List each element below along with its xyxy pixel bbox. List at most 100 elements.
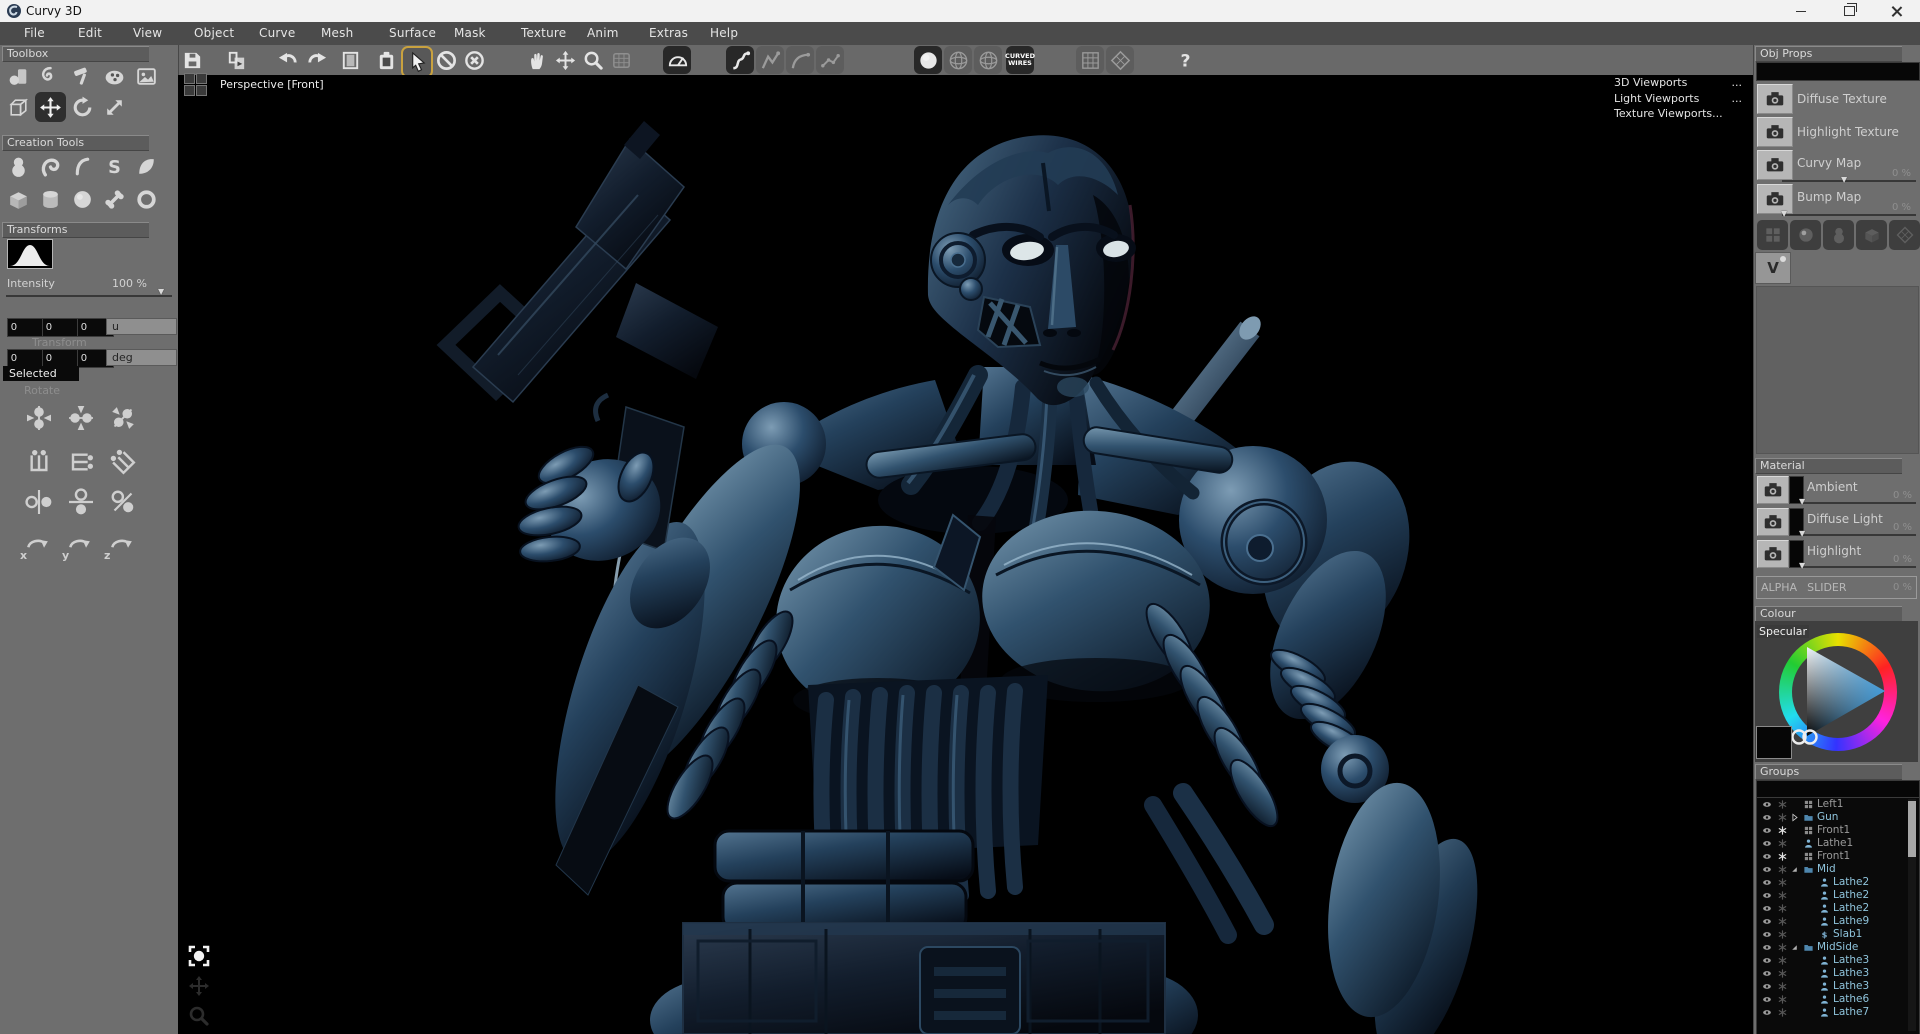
tool-move[interactable] [35, 92, 66, 122]
tree-row-lathe2-6[interactable]: Lathe2 [1757, 876, 1919, 889]
tool-sculpt[interactable] [35, 61, 66, 91]
lock-asterisk-icon[interactable] [1777, 994, 1788, 1005]
visibility-eye-icon[interactable] [1761, 877, 1773, 888]
create-blob[interactable] [3, 151, 34, 181]
groups-scrollbar-thumb[interactable] [1908, 801, 1916, 857]
transform-y-input[interactable] [42, 318, 79, 337]
tool-rotate[interactable] [67, 92, 98, 122]
visibility-eye-icon[interactable] [1761, 1007, 1773, 1018]
expander-expanded-icon[interactable] [1789, 864, 1800, 875]
specular-color-swatch[interactable] [1756, 726, 1792, 759]
visibility-eye-icon[interactable] [1761, 851, 1773, 862]
visibility-eye-icon[interactable] [1761, 825, 1773, 836]
lock-asterisk-icon[interactable] [1777, 942, 1788, 953]
help-button[interactable] [1171, 46, 1199, 74]
rotate-90-y-button[interactable]: y [60, 524, 98, 564]
mirror-diagonal-button[interactable] [104, 442, 142, 482]
highlight-slider[interactable] [1800, 566, 1916, 568]
viewport-3d[interactable] [178, 75, 1753, 1034]
menu-item-file[interactable]: File [24, 26, 45, 40]
unit-select-u[interactable]: u [106, 318, 177, 335]
tool-paint[interactable] [99, 61, 130, 91]
tool-primitives[interactable] [3, 61, 34, 91]
ambient-texture-slot[interactable] [1757, 476, 1789, 504]
visibility-eye-icon[interactable] [1761, 812, 1773, 823]
diffuse-light-slider[interactable] [1800, 534, 1916, 536]
draw-segments-button[interactable] [816, 46, 844, 74]
flip-x-button[interactable] [20, 482, 58, 522]
squash-diagonal-button[interactable] [104, 398, 142, 438]
deselect-button[interactable] [432, 46, 460, 74]
visibility-eye-icon[interactable] [1761, 890, 1773, 901]
lock-asterisk-icon[interactable] [1777, 864, 1788, 875]
visibility-eye-icon[interactable] [1761, 864, 1773, 875]
texture-preset-sphere-button[interactable] [1790, 220, 1821, 250]
menu-item-mesh[interactable]: Mesh [321, 26, 353, 40]
create-hook[interactable] [35, 151, 66, 181]
wire-sphere-a-button[interactable] [944, 46, 972, 74]
curvy-map-slider[interactable] [1782, 180, 1916, 182]
pan-view-button[interactable] [186, 973, 212, 999]
flip-y-button[interactable] [62, 482, 100, 522]
highlight-texture-slot[interactable] [1757, 117, 1793, 147]
visibility-eye-icon[interactable] [1761, 916, 1773, 927]
expander-expanded-icon[interactable] [1789, 942, 1800, 953]
diffuse-light-texture-slot[interactable] [1757, 508, 1789, 536]
falloff-curve-preview[interactable] [7, 239, 53, 269]
viewport-menu-item-1[interactable]: Light Viewports... [1614, 91, 1742, 107]
rotate-90-z-button[interactable]: z [102, 524, 140, 564]
move-view-button[interactable] [551, 46, 579, 74]
draw-curve-button[interactable] [726, 46, 754, 74]
create-cylinder[interactable] [35, 184, 66, 214]
visibility-eye-icon[interactable] [1761, 968, 1773, 979]
curved-wires-button[interactable]: CURVEDWIRES [1006, 46, 1034, 74]
lock-asterisk-icon[interactable] [1777, 968, 1788, 979]
curvy-map-slot[interactable] [1757, 150, 1793, 180]
rotate-90-x-button[interactable]: x [18, 524, 56, 564]
menu-item-curve[interactable]: Curve [259, 26, 295, 40]
paste-button[interactable] [372, 46, 400, 74]
bump-map-slider-thumb[interactable]: ▼ [1781, 209, 1787, 218]
lock-asterisk-icon[interactable] [1777, 799, 1788, 810]
mirror-vertical-button[interactable] [62, 442, 100, 482]
bump-map-slot[interactable] [1757, 184, 1793, 214]
maximize-button[interactable] [1826, 0, 1872, 22]
create-curve[interactable] [67, 151, 98, 181]
menu-item-anim[interactable]: Anim [587, 26, 619, 40]
grid-view-button[interactable] [607, 46, 635, 74]
magnify-view-button[interactable] [186, 1003, 212, 1029]
intensity-slider-thumb[interactable]: ▼ [158, 287, 164, 296]
mirror-horizontal-button[interactable] [20, 442, 58, 482]
tree-row-lathe2-8[interactable]: Lathe2 [1757, 902, 1919, 915]
tree-row-left1-0[interactable]: Left1 [1757, 798, 1919, 811]
squash-horizontal-button[interactable] [62, 398, 100, 438]
groups-scrollbar[interactable] [1908, 799, 1916, 1031]
cut-button[interactable] [336, 46, 364, 74]
zoom-view-button[interactable] [579, 46, 607, 74]
pan-tool-button[interactable] [523, 46, 551, 74]
create-ring[interactable] [131, 184, 162, 214]
visibility-eye-icon[interactable] [1761, 903, 1773, 914]
tool-build[interactable] [67, 61, 98, 91]
sv-triangle[interactable] [1779, 633, 1897, 751]
texture-preset-blob-button[interactable] [1823, 220, 1854, 250]
lock-asterisk-icon[interactable] [1777, 903, 1788, 914]
alpha-slider[interactable]: ALPHA SLIDER 0 % [1756, 576, 1917, 599]
object-name-input[interactable] [1756, 62, 1920, 81]
lock-asterisk-icon[interactable] [1777, 955, 1788, 966]
undo-button[interactable] [274, 46, 302, 74]
lock-asterisk-icon[interactable] [1777, 851, 1788, 862]
viewport-layout-button[interactable] [184, 73, 208, 97]
tree-row-gun-1[interactable]: Gun [1757, 811, 1919, 824]
visibility-eye-icon[interactable] [1761, 799, 1773, 810]
save-button[interactable] [178, 46, 206, 74]
menu-item-texture[interactable]: Texture [521, 26, 566, 40]
import-button[interactable] [222, 46, 250, 74]
tree-row-midside-11[interactable]: MidSide [1757, 941, 1919, 954]
highlight-material-slot[interactable] [1757, 540, 1789, 568]
create-plane[interactable] [131, 151, 162, 181]
visibility-eye-icon[interactable] [1761, 942, 1773, 953]
lock-asterisk-icon[interactable] [1777, 916, 1788, 927]
close-button[interactable] [1874, 0, 1920, 22]
tree-row-lathe3-14[interactable]: Lathe3 [1757, 980, 1919, 993]
